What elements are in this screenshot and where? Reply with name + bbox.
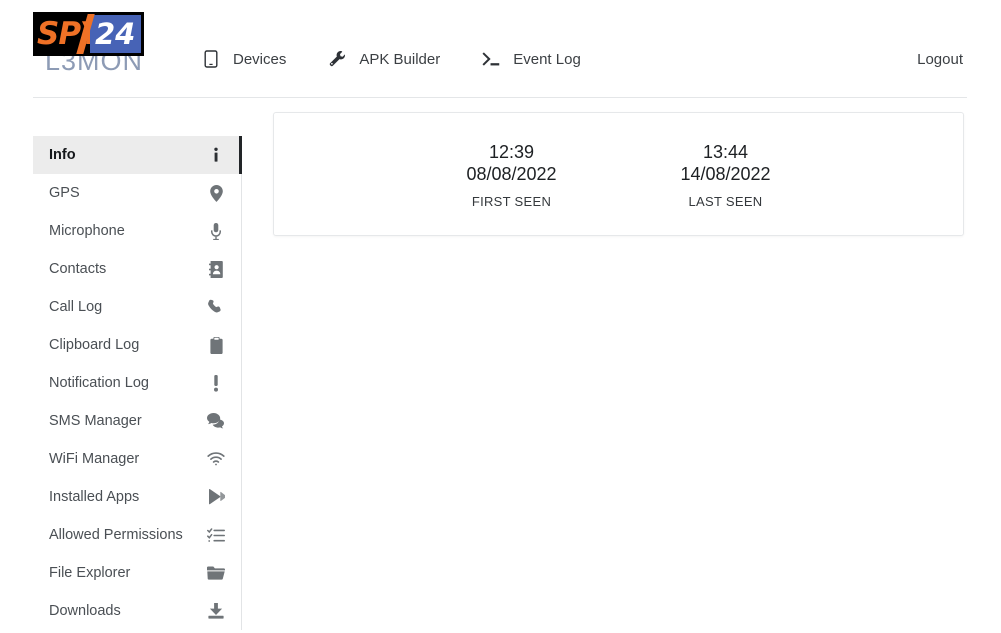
wrench-icon bbox=[328, 50, 346, 68]
sidebar-label-notification-log: Notification Log bbox=[49, 375, 149, 391]
sidebar-label-info: Info bbox=[49, 147, 76, 163]
info-icon bbox=[207, 146, 225, 164]
last-seen-date: 14/08/2022 bbox=[680, 164, 771, 184]
terminal-prompt-icon bbox=[482, 50, 500, 68]
sidebar-label-clipboard-log: Clipboard Log bbox=[49, 337, 140, 353]
spy24-logo-badge: SPY 24 bbox=[33, 12, 144, 56]
last-seen-label: LAST SEEN bbox=[688, 194, 763, 209]
sidebar-label-contacts: Contacts bbox=[49, 261, 107, 277]
sidebar-item-microphone[interactable]: Microphone bbox=[33, 212, 242, 250]
nav-item-devices[interactable]: Devices bbox=[181, 44, 307, 74]
device-sidebar: Info GPS Microphone Contacts Call Log Cl… bbox=[33, 136, 242, 630]
sidebar-item-file-explorer[interactable]: File Explorer bbox=[33, 554, 242, 592]
nav-label-event-log: Event Log bbox=[513, 50, 581, 68]
last-seen-time: 13:44 bbox=[702, 142, 749, 162]
last-seen-stat: 13:44 14/08/2022 LAST SEEN bbox=[619, 141, 833, 209]
clipboard-icon bbox=[207, 336, 225, 354]
sidebar-label-call-log: Call Log bbox=[49, 299, 103, 315]
sidebar-label-allowed-permissions: Allowed Permissions bbox=[49, 527, 183, 543]
phone-handset-icon bbox=[207, 298, 225, 316]
sidebar-item-contacts[interactable]: Contacts bbox=[33, 250, 242, 288]
nav-item-apk-builder[interactable]: APK Builder bbox=[307, 44, 461, 74]
sidebar-label-gps: GPS bbox=[49, 185, 80, 201]
chat-bubbles-icon bbox=[207, 412, 225, 430]
sidebar-label-installed-apps: Installed Apps bbox=[49, 489, 140, 505]
sidebar-item-downloads[interactable]: Downloads bbox=[33, 592, 242, 630]
sidebar-item-sms-manager[interactable]: SMS Manager bbox=[33, 402, 242, 440]
sidebar-label-downloads: Downloads bbox=[49, 603, 121, 619]
nav-item-event-log[interactable]: Event Log bbox=[461, 44, 602, 74]
sidebar-item-info[interactable]: Info bbox=[33, 136, 242, 174]
sidebar-item-notification-log[interactable]: Notification Log bbox=[33, 364, 242, 402]
nav-label-devices: Devices bbox=[233, 50, 287, 68]
header-inner: L3MON SPY 24 Devices APK Builder Event L… bbox=[33, 0, 967, 98]
sidebar-label-sms-manager: SMS Manager bbox=[49, 413, 142, 429]
mobile-phone-icon bbox=[202, 50, 220, 68]
microphone-icon bbox=[207, 222, 225, 240]
sidebar-item-call-log[interactable]: Call Log bbox=[33, 288, 242, 326]
folder-icon bbox=[207, 564, 225, 582]
logout-button[interactable]: Logout bbox=[913, 44, 967, 74]
exclamation-icon bbox=[207, 374, 225, 392]
sidebar-item-clipboard-log[interactable]: Clipboard Log bbox=[33, 326, 242, 364]
checklist-icon bbox=[207, 526, 225, 544]
first-seen-label: FIRST SEEN bbox=[471, 194, 552, 209]
device-seen-stats: 12:39 08/08/2022 FIRST SEEN 13:44 14/08/… bbox=[294, 141, 943, 209]
sidebar-label-file-explorer: File Explorer bbox=[49, 565, 131, 581]
main-navigation: Devices APK Builder Event Log bbox=[181, 44, 602, 74]
main-panel: 12:39 08/08/2022 FIRST SEEN 13:44 14/08/… bbox=[273, 112, 964, 236]
page-content: Info GPS Microphone Contacts Call Log Cl… bbox=[0, 99, 1001, 633]
nav-label-apk-builder: APK Builder bbox=[359, 50, 441, 68]
sidebar-item-gps[interactable]: GPS bbox=[33, 174, 242, 212]
first-seen-time: 12:39 bbox=[488, 142, 535, 162]
play-store-icon bbox=[207, 488, 225, 506]
logout-label: Logout bbox=[917, 50, 963, 68]
logo-number-text: 24 bbox=[95, 17, 136, 51]
download-icon bbox=[207, 602, 225, 620]
device-info-card: 12:39 08/08/2022 FIRST SEEN 13:44 14/08/… bbox=[273, 112, 964, 236]
sidebar-item-wifi-manager[interactable]: WiFi Manager bbox=[33, 440, 242, 478]
contact-book-icon bbox=[207, 260, 225, 278]
sidebar-item-installed-apps[interactable]: Installed Apps bbox=[33, 478, 242, 516]
sidebar-item-allowed-permissions[interactable]: Allowed Permissions bbox=[33, 516, 242, 554]
first-seen-date: 08/08/2022 bbox=[466, 164, 557, 184]
app-header: L3MON SPY 24 Devices APK Builder Event L… bbox=[0, 0, 1001, 99]
map-pin-icon bbox=[207, 184, 225, 202]
wifi-icon bbox=[207, 450, 225, 468]
sidebar-label-microphone: Microphone bbox=[49, 223, 125, 239]
first-seen-stat: 12:39 08/08/2022 FIRST SEEN bbox=[405, 141, 619, 209]
sidebar-label-wifi-manager: WiFi Manager bbox=[49, 451, 140, 467]
